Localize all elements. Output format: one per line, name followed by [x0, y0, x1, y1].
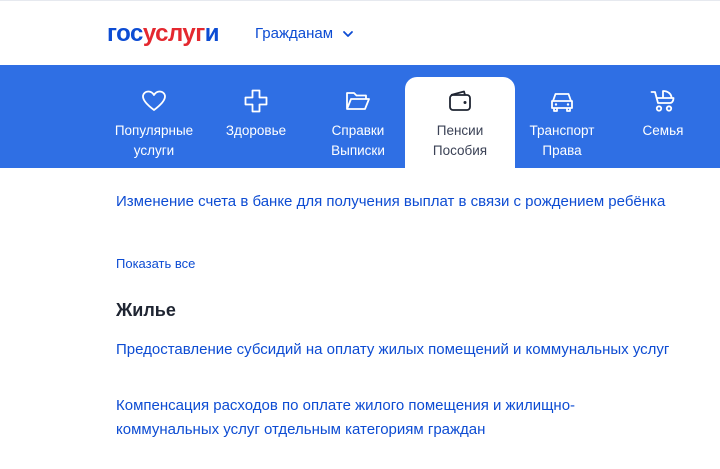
nav-item-health[interactable]: Здоровье: [201, 65, 311, 168]
nav-item-transport[interactable]: Транспорт Права: [507, 65, 617, 168]
nav-item-family[interactable]: Семья: [608, 65, 718, 168]
nav-label-line2: Выписки: [331, 143, 385, 158]
service-link-bank-account-change[interactable]: Изменение счета в банке для получения вы…: [116, 190, 676, 214]
chevron-down-icon: [343, 31, 353, 37]
nav-label-line1: Популярные: [114, 123, 194, 138]
audience-label: Гражданам: [255, 25, 334, 42]
nav-item-pensions[interactable]: Пенсии Пособия: [405, 77, 515, 168]
wallet-icon: [449, 90, 471, 111]
heart-icon: [142, 90, 166, 111]
nav-label-line1: Семья: [642, 123, 684, 138]
section-title-housing: Жилье: [116, 300, 176, 320]
cross-icon: [244, 89, 268, 113]
car-icon: [551, 93, 573, 112]
site-header: госуслуги Гражданам: [0, 0, 720, 65]
show-all-link[interactable]: Показать все: [116, 255, 195, 273]
nav-label-line1: Пенсии: [436, 123, 484, 138]
logo-part-gos: гос: [107, 20, 143, 47]
nav-label-line2: Права: [542, 143, 582, 158]
nav-label-line1: Транспорт: [529, 123, 595, 138]
nav-label-line2: услуги: [133, 143, 175, 158]
service-link-housing-subsidy[interactable]: Предоставление субсидий на оплату жилых …: [116, 338, 676, 362]
category-nav: Популярные услуги Здоровье Справки Выписки…: [0, 65, 720, 168]
stroller-icon: [650, 90, 675, 112]
logo-part-usl: услуг: [142, 20, 205, 47]
nav-label-line1: Здоровье: [225, 123, 287, 138]
logo-part-u: и: [204, 20, 220, 47]
gosuslugi-logo[interactable]: госуслуги: [107, 20, 220, 47]
audience-dropdown[interactable]: Гражданам: [255, 24, 355, 44]
nav-item-popular[interactable]: Популярные услуги: [99, 65, 209, 168]
nav-label-line2: Пособия: [432, 143, 488, 158]
nav-label-line1: Справки: [331, 123, 385, 138]
service-link-utility-compensation[interactable]: Компенсация расходов по оплате жилого по…: [116, 394, 676, 442]
folder-icon: [346, 92, 370, 110]
nav-item-documents[interactable]: Справки Выписки: [303, 65, 413, 168]
